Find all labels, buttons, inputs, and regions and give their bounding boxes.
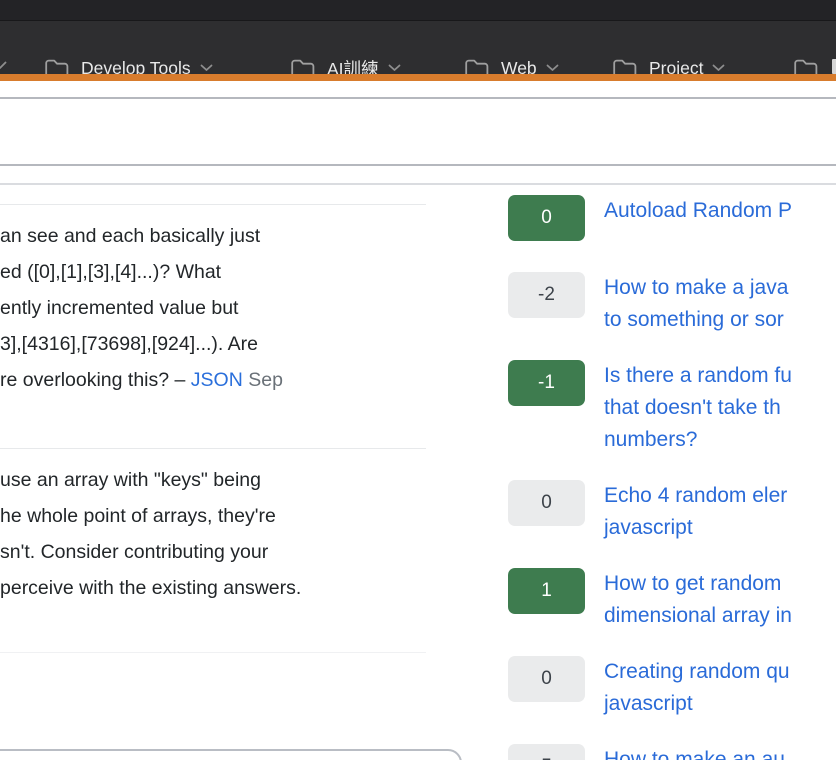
question-link[interactable]: How to make an au [604, 744, 785, 760]
question-link[interactable]: Autoload Random P [604, 195, 792, 227]
browser-window: Develop Tools AI訓練 Web [0, 0, 836, 760]
related-question-row[interactable]: -2 How to make a java to something or so… [508, 272, 788, 336]
question-link[interactable]: How to get random dimensional array in [604, 568, 792, 632]
question-link[interactable]: Echo 4 random eler javascript [604, 480, 787, 544]
vote-count-badge: 0 [508, 480, 585, 526]
question-link[interactable]: How to make a java to something or sor [604, 272, 788, 336]
vote-count-badge: 1 [508, 568, 585, 614]
comment-text: sn't. Consider contributing your [0, 534, 426, 570]
vote-count-badge: 0 [508, 656, 585, 702]
related-question-row[interactable]: -1 Is there a random fu that doesn't tak… [508, 360, 792, 456]
divider [0, 652, 426, 653]
comment-text: he whole point of arrays, they're [0, 498, 426, 534]
chevron-down-icon [200, 64, 213, 72]
comment: an see and each basically just ed ([0],[… [0, 204, 426, 398]
add-comment-input[interactable] [0, 749, 462, 760]
related-question-row[interactable]: 1 How to get random dimensional array in [508, 568, 792, 632]
comment-text: perceive with the existing answers. [0, 570, 426, 606]
related-questions-sidebar: 0 Autoload Random P -2 How to make a jav… [508, 0, 836, 760]
related-question-row[interactable]: 5 How to make an au [508, 744, 785, 760]
comment-text-tail: re overlooking this? – [0, 369, 191, 391]
comment-text: 3],[4316],[73698],[924]...). Are [0, 326, 426, 362]
question-link[interactable]: Creating random qu javascript [604, 656, 790, 720]
related-question-row[interactable]: 0 Creating random qu javascript [508, 656, 790, 720]
comment-date: Sep [248, 369, 283, 391]
comment-text: re overlooking this? – JSON Sep [0, 362, 426, 398]
related-question-row[interactable]: 0 Echo 4 random eler javascript [508, 480, 787, 544]
comment-author-link[interactable]: JSON [191, 369, 243, 391]
related-question-row[interactable]: 0 Autoload Random P [508, 195, 792, 241]
vote-count-badge: 0 [508, 195, 585, 241]
chevron-down-icon [388, 64, 401, 72]
chevron-down-icon[interactable] [0, 61, 7, 70]
question-link[interactable]: Is there a random fu that doesn't take t… [604, 360, 792, 456]
comment-text: ently incremented value but [0, 290, 426, 326]
vote-count-badge: -2 [508, 272, 585, 318]
comment-text: an see and each basically just [0, 218, 426, 254]
vote-count-badge: -1 [508, 360, 585, 406]
comment-text: ed ([0],[1],[3],[4]...)? What [0, 254, 426, 290]
vote-count-badge: 5 [508, 744, 585, 760]
comment-text: use an array with "keys" being [0, 462, 426, 498]
comment: use an array with "keys" being he whole … [0, 448, 426, 606]
